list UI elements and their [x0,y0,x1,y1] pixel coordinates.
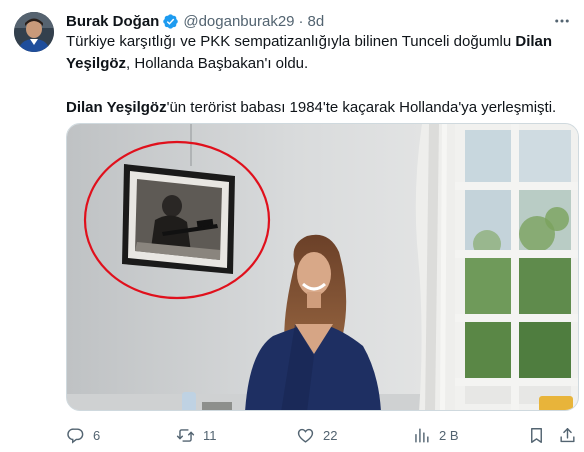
author-name[interactable]: Burak Doğan [66,13,159,30]
more-button[interactable] [552,12,572,30]
wall-photo-frame [122,164,235,274]
bookmark-button[interactable] [527,424,546,446]
share-button[interactable] [558,424,577,446]
tweet-timestamp[interactable]: 8d [308,13,325,30]
tweet-text: Türkiye karşıtlığı ve PKK sempatizanlığı… [66,31,571,119]
author-handle[interactable]: @doganburak29 [183,13,294,30]
bookmark-icon [531,427,542,443]
reply-count: 6 [93,427,101,443]
views-icon [415,427,429,443]
separator-dot: · [298,12,304,30]
photo-image [67,124,578,410]
tweet-text-segment: 'ün terörist babası 1984'te kaçarak Holl… [166,99,557,116]
tweet-text-segment: Türkiye karşıtlığı ve PKK sempatizanlığı… [66,33,516,50]
repost-button[interactable]: 11 [176,424,217,446]
verified-badge-icon [163,13,179,29]
tweet-header: Burak Doğan @doganburak29 · 8d [66,11,324,31]
views-button[interactable]: 2 B [412,424,459,446]
share-icon [560,427,575,442]
views-count: 2 B [439,427,459,443]
like-icon [297,428,314,443]
tweet-photo[interactable] [66,123,579,411]
reply-icon [67,427,84,444]
more-icon [555,19,569,23]
tweet-bold-name: Dilan Yeşilgöz [66,99,167,116]
reply-button[interactable]: 6 [66,424,100,446]
tweet-paragraph-1: Türkiye karşıtlığı ve PKK sempatizanlığı… [66,31,571,75]
like-button[interactable]: 22 [296,424,337,446]
like-count: 22 [323,427,338,443]
tweet-paragraph-2: Dilan Yeşilgöz'ün terörist babası 1984't… [66,97,571,119]
tweet-text-segment: , Hollanda Başbakan'ı oldu. [126,55,309,72]
repost-count: 11 [203,427,217,443]
tweet-card[interactable]: Burak Doğan @doganburak29 · 8d Türkiye k… [0,0,584,452]
avatar[interactable] [14,12,54,52]
action-bar: 6 11 22 2 B [66,424,576,446]
repost-icon [176,428,195,442]
